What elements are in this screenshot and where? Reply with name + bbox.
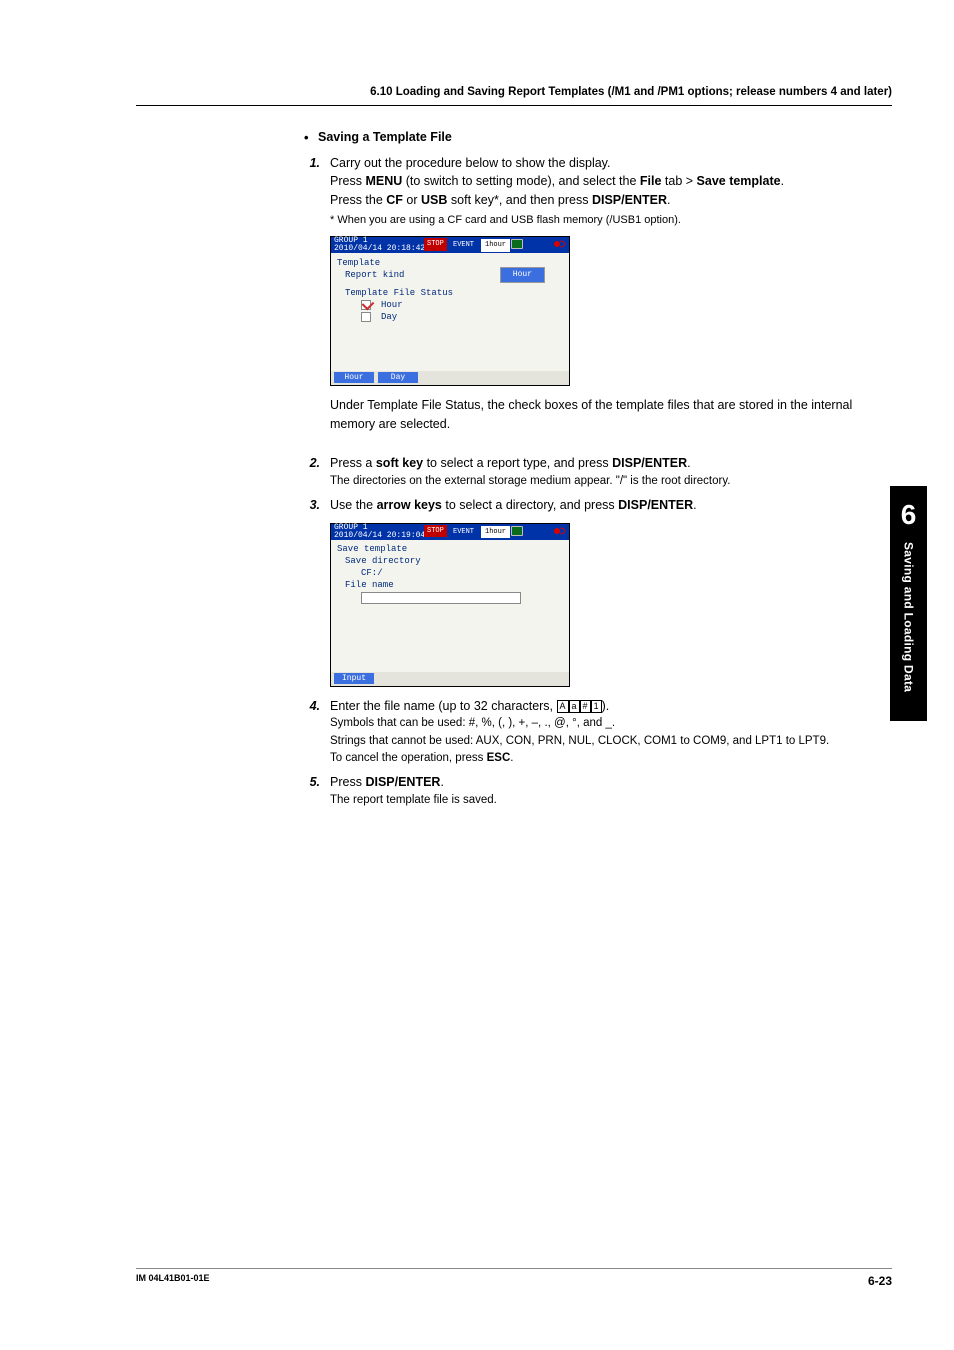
text-line: Enter the file name (up to 32 characters…	[330, 697, 864, 716]
device-softkeys: Hour Day	[331, 371, 569, 385]
hour-tag: 1hour	[481, 239, 510, 252]
device-topbar: GROUP 1 2010/04/14 20:18:42 STOP EVENT 1…	[331, 237, 569, 253]
header-rule	[136, 105, 892, 106]
text-line: Press the CF or USB soft key*, and then …	[330, 191, 864, 210]
device-softkeys: Input	[331, 672, 569, 686]
section-heading: • Saving a Template File	[304, 128, 864, 148]
footer-left: IM 04L41B01-01E	[136, 1272, 210, 1284]
text-line: Press MENU (to switch to setting mode), …	[330, 172, 864, 191]
l4: File name	[345, 579, 394, 593]
media-icon	[511, 239, 523, 249]
step-body: Use the arrow keys to select a directory…	[330, 496, 864, 515]
media-icon	[511, 526, 523, 536]
stop-indicator: STOP	[424, 525, 447, 538]
cb-label: Day	[381, 311, 397, 325]
step-number: 3.	[304, 496, 330, 515]
after-text: Under Template File Status, the check bo…	[330, 396, 864, 434]
step-body: Press DISP/ENTER. The report template fi…	[330, 773, 864, 809]
step-4: 4. Enter the file name (up to 32 charact…	[304, 697, 864, 768]
softkey-input[interactable]: Input	[334, 673, 374, 684]
device-topbar: GROUP 1 2010/04/14 20:19:04 STOP EVENT 1…	[331, 524, 569, 540]
step-number: 2.	[304, 454, 330, 490]
alarm-icon	[553, 238, 567, 250]
side-tab: 6 Saving and Loading Data	[890, 486, 927, 721]
step-number: 4.	[304, 697, 330, 768]
l2: Save directory	[345, 555, 421, 569]
checkbox-hour[interactable]	[361, 300, 371, 310]
event-label: EVENT	[453, 240, 474, 251]
step-5: 5. Press DISP/ENTER. The report template…	[304, 773, 864, 809]
bullet: •	[304, 128, 318, 148]
device-screenshot-1: GROUP 1 2010/04/14 20:18:42 STOP EVENT 1…	[330, 236, 864, 386]
chapter-label: Saving and Loading Data	[900, 538, 918, 713]
key-icon: A	[557, 700, 569, 713]
key-icon: 1	[591, 700, 602, 713]
hour-tag: 1hour	[481, 526, 510, 539]
checkbox-day[interactable]	[361, 312, 371, 322]
filename-input[interactable]	[361, 592, 521, 604]
page: 6.10 Loading and Saving Report Templates…	[136, 84, 892, 1284]
text-line: Press DISP/ENTER.	[330, 773, 864, 792]
key-icon: #	[580, 700, 591, 713]
step-number: 1.	[304, 154, 330, 210]
small-text: The directories on the external storage …	[330, 473, 864, 490]
datetime: 2010/04/14 20:18:42	[334, 245, 425, 253]
device-body: Template Report kind Hour Template File …	[331, 253, 569, 371]
heading-text: Saving a Template File	[318, 128, 452, 148]
header-title: 6.10 Loading and Saving Report Templates…	[136, 84, 892, 101]
content: • Saving a Template File 1. Carry out th…	[304, 128, 864, 809]
step-body: Enter the file name (up to 32 characters…	[330, 697, 864, 768]
text-line: Use the arrow keys to select a directory…	[330, 496, 864, 515]
step-body: Press a soft key to select a report type…	[330, 454, 864, 490]
step-3: 3. Use the arrow keys to select a direct…	[304, 496, 864, 515]
softkey-day[interactable]: Day	[378, 372, 418, 383]
small-text: Strings that cannot be used: AUX, CON, P…	[330, 733, 864, 750]
key-icon: a	[569, 700, 580, 713]
page-header: 6.10 Loading and Saving Report Templates…	[136, 84, 892, 106]
step-body: Carry out the procedure below to show th…	[330, 154, 864, 210]
datetime: 2010/04/14 20:19:04	[334, 532, 425, 540]
report-kind-label: Report kind	[345, 269, 404, 283]
softkey-hour[interactable]: Hour	[334, 372, 374, 383]
stop-indicator: STOP	[424, 238, 447, 251]
text-line: Carry out the procedure below to show th…	[330, 154, 864, 173]
small-text: To cancel the operation, press ESC.	[330, 750, 864, 767]
page-footer: IM 04L41B01-01E 6-23	[136, 1268, 892, 1284]
device-screenshot-2: GROUP 1 2010/04/14 20:19:04 STOP EVENT 1…	[330, 523, 864, 687]
step-1: 1. Carry out the procedure below to show…	[304, 154, 864, 210]
chapter-number: 6	[890, 486, 927, 534]
alarm-icon	[553, 525, 567, 537]
footnote: * When you are using a CF card and USB f…	[330, 212, 864, 229]
step-number: 5.	[304, 773, 330, 809]
small-text: Symbols that can be used: #, %, (, ), +,…	[330, 715, 864, 732]
text-line: Press a soft key to select a report type…	[330, 454, 864, 473]
small-text: The report template file is saved.	[330, 792, 864, 809]
device-body: Save template Save directory CF:/ File n…	[331, 540, 569, 672]
footer-right: 6-23	[868, 1272, 892, 1284]
event-label: EVENT	[453, 527, 474, 538]
step-2: 2. Press a soft key to select a report t…	[304, 454, 864, 490]
report-kind-value[interactable]: Hour	[500, 267, 545, 283]
